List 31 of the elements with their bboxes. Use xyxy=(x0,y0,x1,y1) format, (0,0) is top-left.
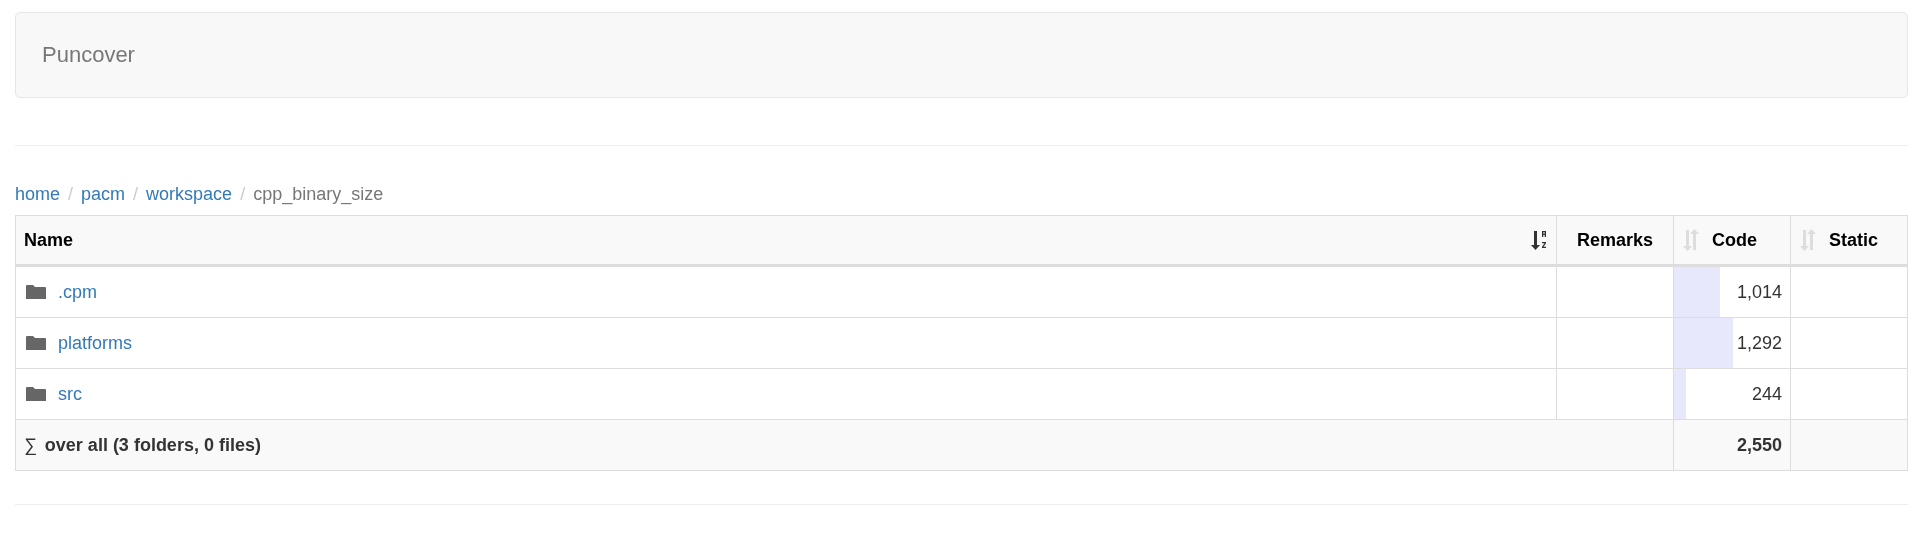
breadcrumb-separator: / xyxy=(68,184,74,205)
folder-icon xyxy=(26,334,46,351)
column-header[interactable]: Name xyxy=(15,215,1557,266)
column-label: Remarks xyxy=(1576,229,1654,250)
code-size: 244 xyxy=(1751,383,1782,405)
breadcrumb-separator: / xyxy=(133,184,139,205)
column-header[interactable]: Code xyxy=(1673,215,1791,266)
folder-link[interactable]: src xyxy=(58,383,82,404)
folder-link[interactable]: platforms xyxy=(58,332,133,353)
column-label: Static xyxy=(1829,229,1879,251)
folder-link[interactable]: .cpm xyxy=(58,281,97,302)
breadcrumb-separator: / xyxy=(240,184,246,205)
column-header[interactable]: Static xyxy=(1790,215,1908,266)
column-label: Name xyxy=(24,229,74,251)
folder-icon xyxy=(26,385,46,402)
code-size: 1,292 xyxy=(1736,332,1782,354)
breadcrumb-current: cpp_binary_size xyxy=(253,184,384,205)
breadcrumb-link[interactable]: home xyxy=(15,184,61,205)
sum-symbol: ∑ xyxy=(24,434,37,455)
column-label: Code xyxy=(1712,229,1757,251)
code-size: 1,014 xyxy=(1736,281,1782,303)
total-code-size: 2,550 xyxy=(1736,434,1782,456)
breadcrumb-link[interactable]: pacm xyxy=(81,184,126,205)
breadcrumb-link[interactable]: workspace xyxy=(146,184,233,205)
column-header[interactable]: Remarks xyxy=(1556,215,1674,266)
total-label: over all (3 folders, 0 files) xyxy=(44,434,261,455)
folder-icon xyxy=(26,283,46,300)
sort-arrows-icon[interactable] xyxy=(1682,228,1702,252)
sort-arrows-icon[interactable] xyxy=(1799,228,1819,252)
brand-title[interactable]: Puncover xyxy=(42,42,135,68)
sort-alpha-icon[interactable] xyxy=(1530,229,1548,251)
